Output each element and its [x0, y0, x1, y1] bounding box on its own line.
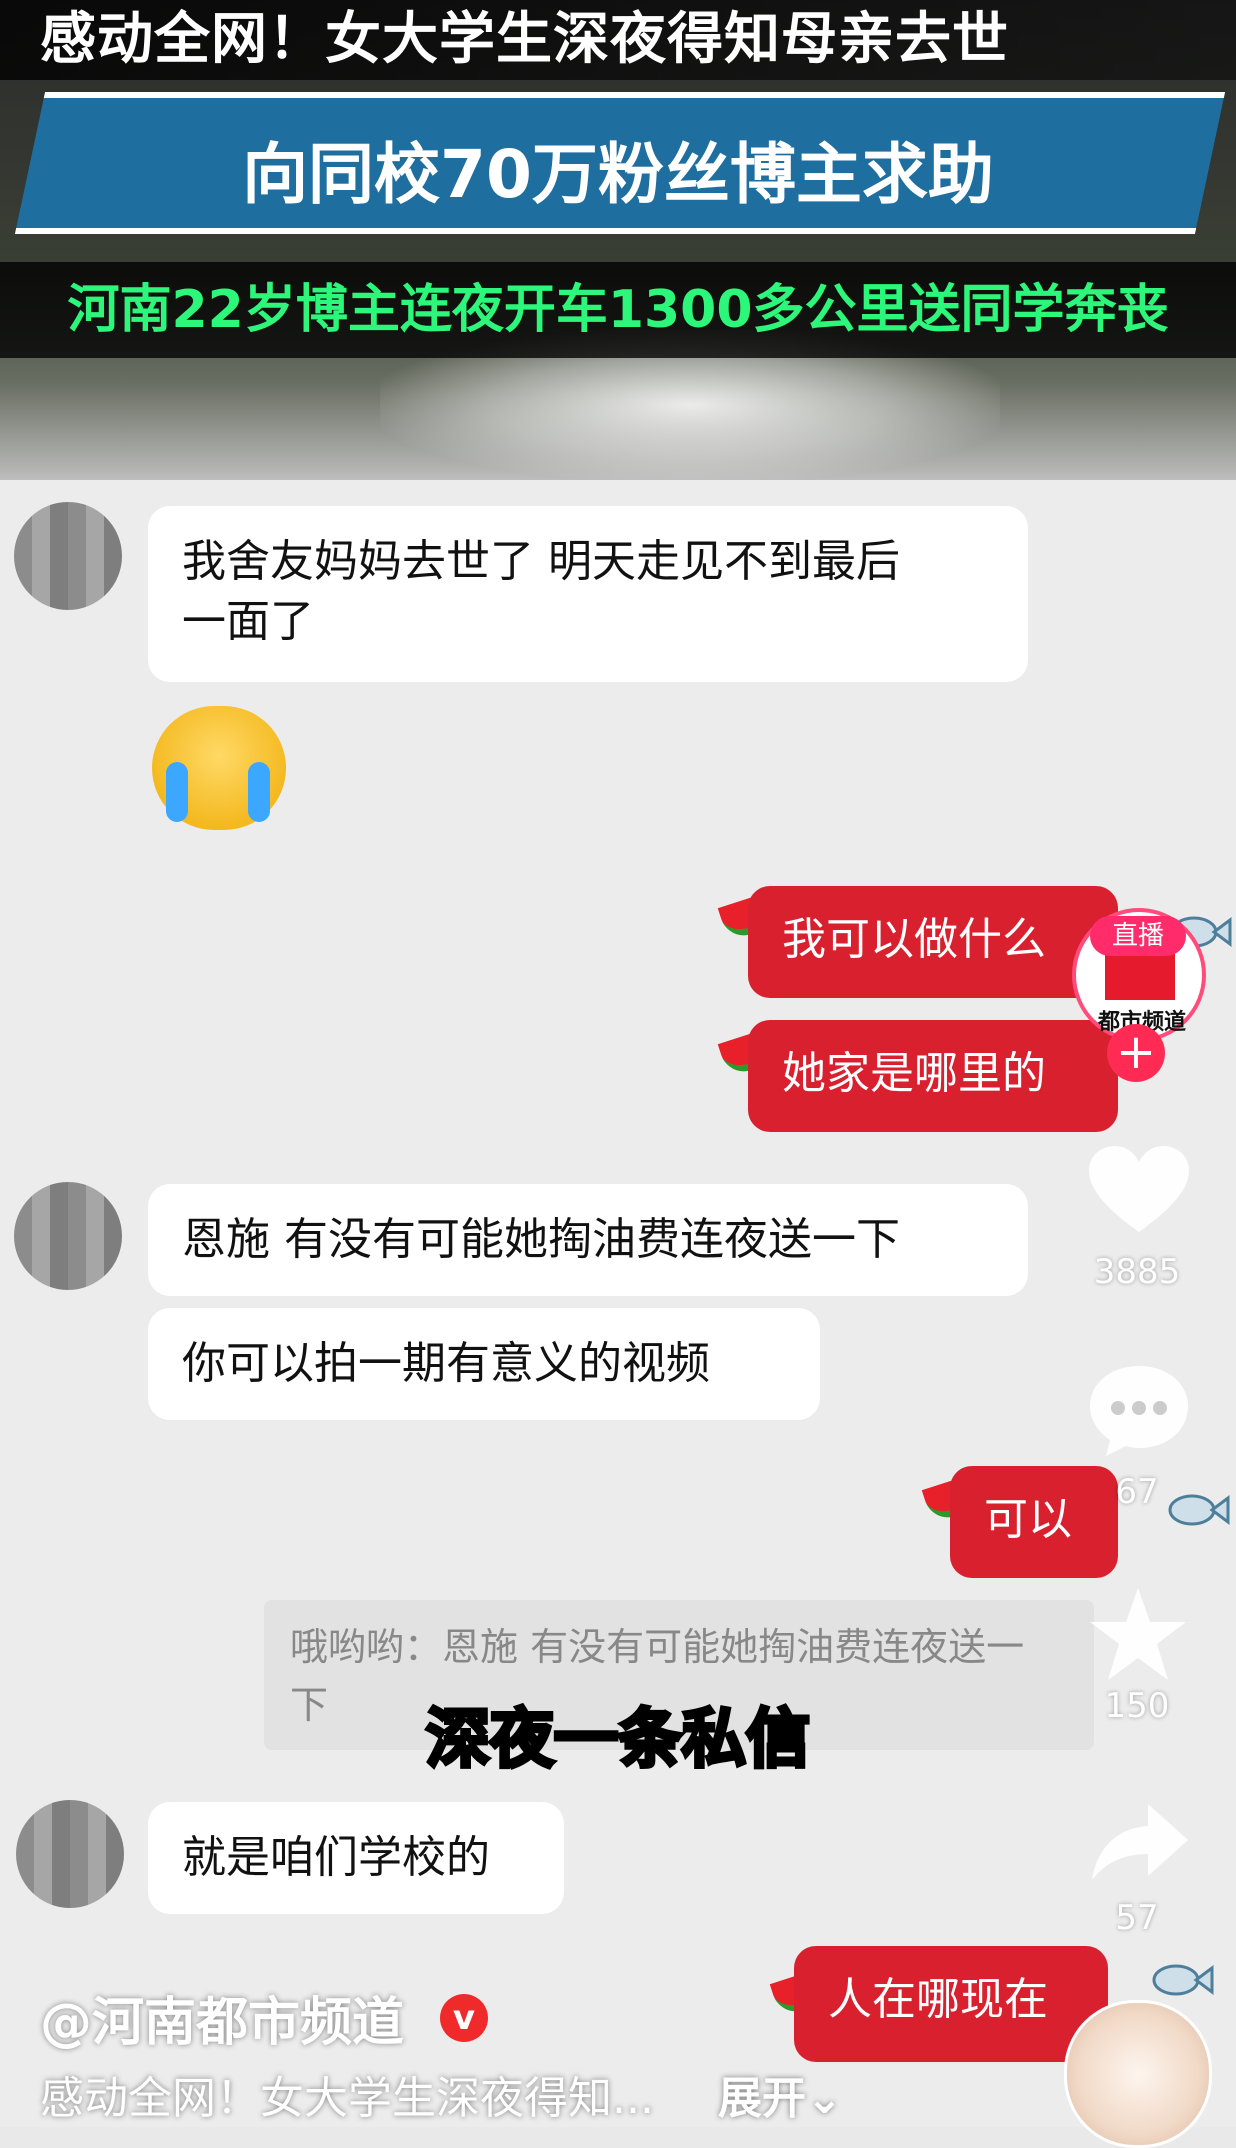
share-count: 57	[1115, 1898, 1159, 1938]
comment-icon[interactable]	[1086, 1362, 1192, 1458]
fish-icon	[1152, 1964, 1214, 1996]
expand-button[interactable]: 展开⌄	[718, 2062, 843, 2126]
video-description: 感动全网！女大学生深夜得知...	[40, 2073, 654, 2124]
verified-badge-icon: v	[440, 1994, 488, 2042]
chat-bubble-incoming: 你可以拍一期有意义的视频	[148, 1308, 820, 1420]
share-icon[interactable]	[1088, 1800, 1190, 1884]
quote-text: 哦哟哟：恩施 有没有可能她掏油费连夜送一	[290, 1625, 1025, 1669]
chat-text: 一面了	[182, 596, 314, 647]
author-name[interactable]: @河南都市频道	[40, 1980, 404, 2055]
favorite-count: 150	[1104, 1686, 1170, 1726]
headline-primary: 感动全网！女大学生深夜得知母亲去世	[0, 0, 1236, 80]
fish-icon	[1168, 1494, 1230, 1526]
chat-bubble-incoming: 就是咱们学校的	[148, 1802, 564, 1914]
heart-icon[interactable]	[1087, 1144, 1191, 1236]
chat-bubble-outgoing: 人在哪现在	[794, 1946, 1108, 2062]
live-badge[interactable]: 直播	[1090, 916, 1186, 956]
chat-bubble-outgoing: 我可以做什么	[748, 886, 1118, 998]
chat-bubble-incoming: 我舍友妈妈去世了 明天走见不到最后 一面了	[148, 506, 1028, 682]
crying-emoji-icon	[152, 706, 286, 830]
avatar	[16, 1800, 124, 1908]
video-caption: 深夜一条私信	[424, 1701, 812, 1779]
music-disc-icon[interactable]	[1064, 2000, 1212, 2148]
chat-bubble-outgoing: 她家是哪里的	[748, 1020, 1118, 1132]
chat-text: 我舍友妈妈去世了 明天走见不到最后	[182, 536, 900, 587]
headline-tertiary: 河南22岁博主连夜开车1300多公里送同学奔丧	[0, 262, 1236, 358]
star-icon[interactable]	[1086, 1584, 1190, 1684]
chat-bubble-incoming: 恩施 有没有可能她掏油费连夜送一下	[148, 1184, 1028, 1296]
avatar	[14, 1182, 122, 1290]
like-count: 3885	[1093, 1252, 1181, 1292]
avatar	[14, 502, 122, 610]
headline-secondary: 向同校70万粉丝博主求助	[242, 136, 994, 213]
follow-button[interactable]: +	[1107, 1024, 1165, 1082]
